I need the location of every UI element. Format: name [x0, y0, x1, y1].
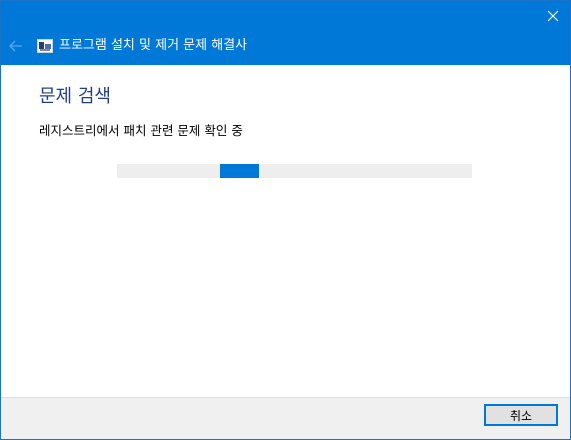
page-heading: 문제 검색	[39, 86, 111, 107]
close-icon	[547, 10, 559, 22]
back-button[interactable]	[5, 35, 27, 57]
title-bar: 프로그램 설치 및 제거 문제 해결사	[1, 1, 570, 65]
window-title: 프로그램 설치 및 제거 문제 해결사	[59, 38, 248, 53]
troubleshooter-app-icon	[37, 39, 53, 53]
progress-marquee-chunk	[219, 164, 259, 178]
back-arrow-icon	[9, 40, 22, 52]
status-text: 레지스트리에서 패치 관련 문제 확인 중	[39, 123, 243, 138]
close-button[interactable]	[536, 1, 570, 31]
progress-bar	[117, 164, 472, 178]
footer-bar: 취소	[1, 397, 570, 439]
cancel-button[interactable]: 취소	[484, 404, 558, 426]
troubleshooter-window: 프로그램 설치 및 제거 문제 해결사 문제 검색 레지스트리에서 패치 관련 …	[0, 0, 571, 440]
